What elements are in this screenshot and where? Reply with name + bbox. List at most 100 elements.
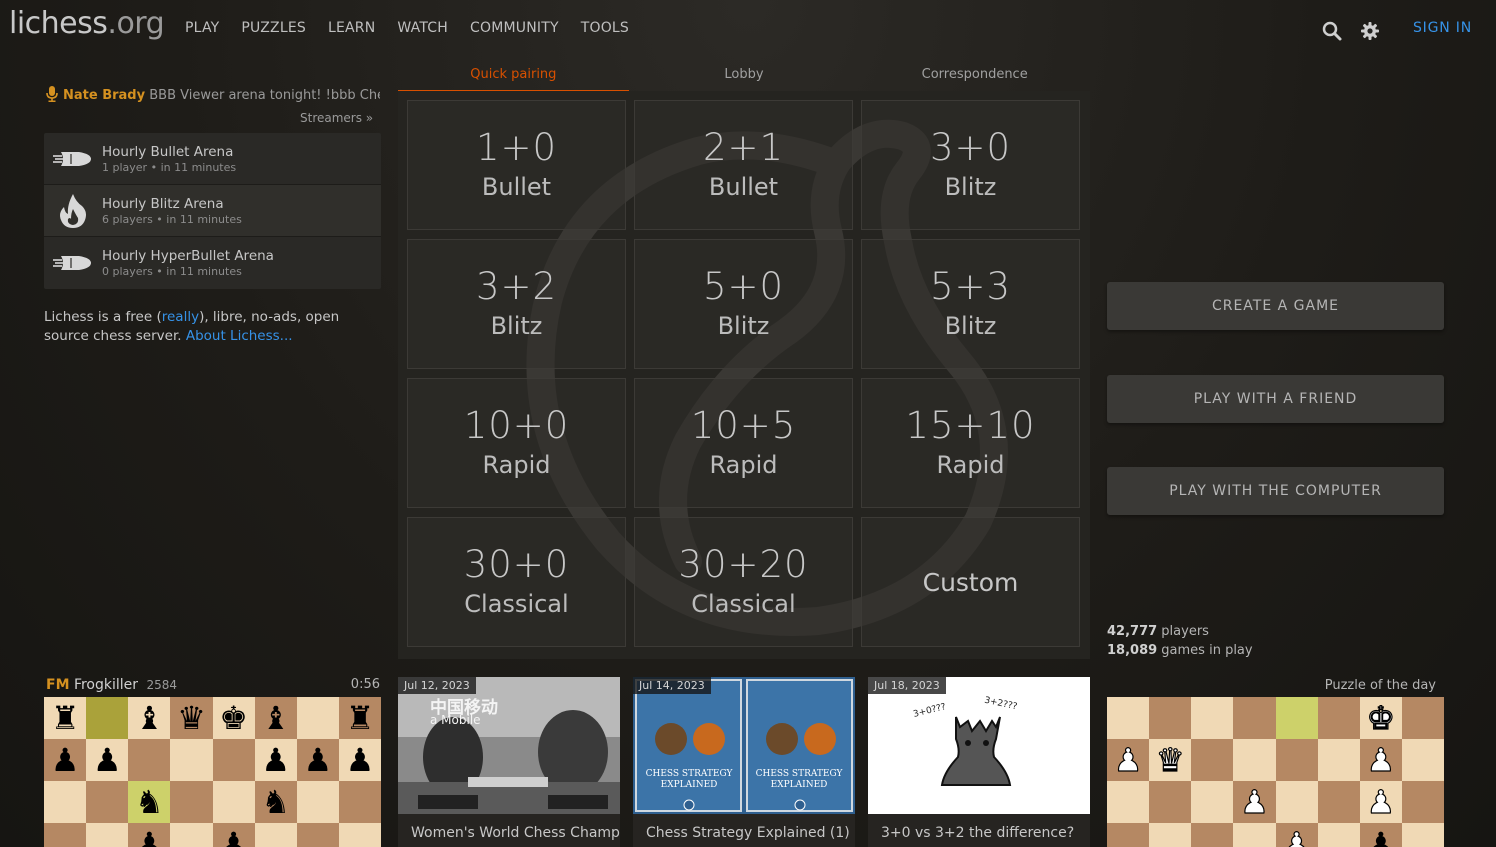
white-pawn-piece[interactable]: ♟ — [1113, 743, 1143, 776]
pool-cell[interactable]: 15+10 Rapid — [861, 378, 1080, 508]
black-queen-piece[interactable]: ♛ — [177, 702, 206, 734]
board-square[interactable]: ♚ — [1359, 697, 1402, 739]
board-square[interactable]: ♟ — [128, 823, 171, 847]
nav-community[interactable]: COMMUNITY — [470, 20, 559, 36]
board-square[interactable] — [212, 739, 255, 781]
puzzle-of-the-day-label[interactable]: Puzzle of the day — [1280, 678, 1436, 693]
tv-header[interactable]: FM Frogkiller 2584 0:56 — [46, 677, 380, 693]
black-pawn-piece[interactable]: ♟ — [303, 744, 332, 776]
pool-cell[interactable]: Custom — [861, 517, 1080, 647]
sign-in-link[interactable]: SIGN IN — [1413, 20, 1472, 36]
board-square[interactable] — [1107, 781, 1150, 823]
black-rook-piece[interactable]: ♜ — [51, 702, 80, 734]
board-square[interactable]: ♟ — [338, 739, 381, 781]
board-square[interactable] — [1401, 697, 1444, 739]
black-king-piece[interactable]: ♚ — [219, 702, 248, 734]
board-square[interactable] — [170, 781, 213, 823]
board-square[interactable]: ♟ — [1359, 781, 1402, 823]
white-queen-piece[interactable]: ♛ — [1155, 743, 1185, 776]
board-square[interactable] — [1275, 781, 1318, 823]
board-square[interactable] — [1401, 781, 1444, 823]
streamers-link[interactable]: Streamers » — [300, 111, 373, 125]
nav-watch[interactable]: WATCH — [397, 20, 448, 36]
tab-correspondence[interactable]: Correspondence — [859, 64, 1090, 92]
board-square[interactable] — [296, 823, 339, 847]
board-square[interactable] — [1191, 823, 1234, 847]
black-pawn-piece[interactable]: ♟ — [1366, 828, 1395, 847]
board-square[interactable]: ♟ — [1233, 781, 1276, 823]
blog-card[interactable]: Jul 12, 2023 中国移动 a Mobile Women's World… — [398, 677, 620, 847]
pool-cell[interactable]: 3+0 Blitz — [861, 100, 1080, 230]
tab-lobby[interactable]: Lobby — [629, 64, 860, 92]
really-link[interactable]: really — [162, 309, 199, 325]
board-square[interactable] — [44, 823, 87, 847]
board-square[interactable]: ♚ — [212, 697, 255, 739]
board-square[interactable]: ♝ — [254, 697, 297, 739]
black-knight-piece[interactable]: ♞ — [261, 786, 290, 818]
featured-streamer[interactable]: Nate Brady BBB Viewer arena tonight! !bb… — [46, 86, 380, 103]
site-logo[interactable]: lichess.org — [9, 6, 165, 41]
nav-play[interactable]: PLAY — [185, 20, 219, 36]
board-square[interactable] — [1317, 697, 1360, 739]
black-pawn-piece[interactable]: ♟ — [261, 744, 290, 776]
board-square[interactable]: ♟ — [254, 739, 297, 781]
board-square[interactable] — [1275, 739, 1318, 781]
board-square[interactable] — [296, 781, 339, 823]
pool-cell[interactable]: 5+3 Blitz — [861, 239, 1080, 369]
board-square[interactable]: ♛ — [170, 697, 213, 739]
board-square[interactable] — [254, 823, 297, 847]
board-square[interactable]: ♟ — [86, 739, 129, 781]
board-square[interactable] — [1233, 739, 1276, 781]
black-rook-piece[interactable]: ♜ — [346, 702, 375, 734]
board-square[interactable]: ♞ — [254, 781, 297, 823]
board-square[interactable] — [212, 781, 255, 823]
tv-chessboard[interactable]: ♜ ♝ ♛ ♚ ♝ ♜ ♟ ♟ ♟ ♟ ♟ ♞ ♞ ♟ ♟ — [44, 697, 381, 847]
pool-cell[interactable]: 2+1 Bullet — [634, 100, 853, 230]
board-square[interactable] — [170, 739, 213, 781]
board-square[interactable]: ♟ — [44, 739, 87, 781]
board-square[interactable] — [86, 697, 129, 739]
white-pawn-piece[interactable]: ♟ — [1282, 827, 1312, 847]
black-knight-piece[interactable]: ♞ — [135, 786, 164, 818]
black-pawn-piece[interactable]: ♟ — [346, 744, 375, 776]
gear-icon[interactable] — [1359, 20, 1381, 42]
pool-cell[interactable]: 1+0 Bullet — [407, 100, 626, 230]
board-square[interactable]: ♛ — [1149, 739, 1192, 781]
board-square[interactable]: ♟ — [1107, 739, 1150, 781]
black-pawn-piece[interactable]: ♟ — [219, 828, 248, 847]
board-square[interactable] — [86, 823, 129, 847]
board-square[interactable] — [44, 781, 87, 823]
board-square[interactable] — [1107, 697, 1150, 739]
board-square[interactable] — [86, 781, 129, 823]
board-square[interactable] — [1149, 697, 1192, 739]
black-pawn-piece[interactable]: ♟ — [135, 828, 164, 847]
board-square[interactable] — [338, 781, 381, 823]
games-count[interactable]: 18,089 games in play — [1107, 641, 1253, 660]
white-pawn-piece[interactable]: ♟ — [1366, 743, 1396, 776]
board-square[interactable] — [1317, 823, 1360, 847]
board-square[interactable] — [1401, 823, 1444, 847]
black-bishop-piece[interactable]: ♝ — [135, 702, 164, 734]
board-square[interactable]: ♝ — [128, 697, 171, 739]
blog-card[interactable]: Jul 14, 2023 CHESS STRATEGY EXPLAINED CH… — [633, 677, 855, 847]
board-square[interactable] — [1317, 739, 1360, 781]
board-square[interactable] — [170, 823, 213, 847]
puzzle-chessboard[interactable]: ♚ ♟ ♛ ♟ ♟ ♟ ♟ ♟ — [1107, 697, 1444, 847]
black-pawn-piece[interactable]: ♟ — [93, 744, 122, 776]
nav-tools[interactable]: TOOLS — [581, 20, 629, 36]
create-game-button[interactable]: CREATE A GAME — [1107, 282, 1444, 330]
search-icon[interactable] — [1321, 20, 1343, 42]
play-with-friend-button[interactable]: PLAY WITH A FRIEND — [1107, 375, 1444, 423]
board-square[interactable] — [1317, 781, 1360, 823]
pool-cell[interactable]: 30+20 Classical — [634, 517, 853, 647]
black-bishop-piece[interactable]: ♝ — [261, 702, 290, 734]
board-square[interactable]: ♜ — [44, 697, 87, 739]
board-square[interactable] — [1149, 823, 1192, 847]
board-square[interactable]: ♟ — [1359, 739, 1402, 781]
board-square[interactable]: ♟ — [1275, 823, 1318, 847]
board-square[interactable] — [338, 823, 381, 847]
board-square[interactable] — [1191, 739, 1234, 781]
black-pawn-piece[interactable]: ♟ — [51, 744, 80, 776]
white-pawn-piece[interactable]: ♟ — [1366, 785, 1396, 818]
tournament-item[interactable]: Hourly Blitz Arena 6 players • in 11 min… — [44, 185, 381, 237]
